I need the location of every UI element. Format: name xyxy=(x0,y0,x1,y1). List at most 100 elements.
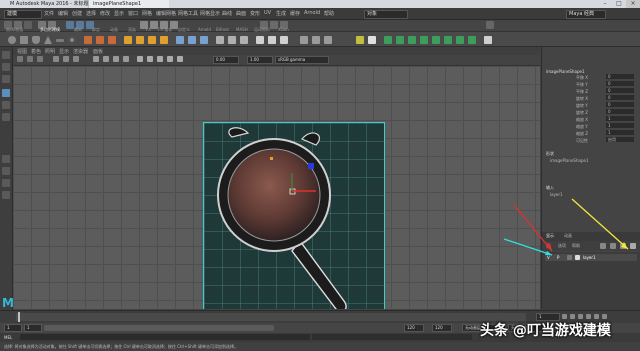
current-frame-marker[interactable] xyxy=(18,312,20,322)
menu-select[interactable]: 选择 xyxy=(86,10,96,17)
isolate-select-icon[interactable] xyxy=(167,56,173,62)
multi-cut-icon[interactable] xyxy=(176,36,184,44)
save-scene-icon[interactable] xyxy=(24,21,32,29)
play-back-icon[interactable] xyxy=(578,314,583,319)
attr-value[interactable]: 启用 xyxy=(606,137,634,142)
attr-value[interactable]: 0 xyxy=(606,109,634,114)
object-select[interactable]: 对象 xyxy=(364,10,408,19)
menu-mesh-display[interactable]: 网格显示 xyxy=(200,10,220,17)
smooth-shade-icon[interactable] xyxy=(103,56,109,62)
poly-cylinder-icon[interactable] xyxy=(32,36,40,44)
image-plane-icon[interactable] xyxy=(37,56,43,62)
wireframe-icon[interactable] xyxy=(93,56,99,62)
bookmark-icon[interactable] xyxy=(27,56,33,62)
separate-icon[interactable] xyxy=(96,36,104,44)
sign-in-icon[interactable] xyxy=(486,21,494,29)
shelf-green-icon-8[interactable] xyxy=(468,36,476,44)
planar-map-icon[interactable] xyxy=(312,36,320,44)
shelf-tab-animation[interactable]: 动画 xyxy=(110,27,118,33)
document-tab[interactable]: imagePlaneShape1 xyxy=(88,0,169,8)
step-forward-icon[interactable] xyxy=(594,314,599,319)
shelf-tab-mash[interactable]: MASH xyxy=(236,27,248,32)
combine-icon[interactable] xyxy=(84,36,92,44)
menu-edit[interactable]: 编辑 xyxy=(58,10,68,17)
mode-select[interactable]: 建模 xyxy=(4,10,42,19)
lights-icon[interactable] xyxy=(123,56,129,62)
menu-create[interactable]: 创建 xyxy=(72,10,82,17)
antialias-icon[interactable] xyxy=(157,56,163,62)
attr-value[interactable]: 1 xyxy=(606,116,634,121)
textured-icon[interactable] xyxy=(113,56,119,62)
edge-loop-icon[interactable] xyxy=(200,36,208,44)
workspace-select[interactable]: Maya 经典 xyxy=(566,10,606,19)
shelf-tab-sculpt[interactable]: 雕刻 xyxy=(74,27,82,33)
freeze-transform-icon[interactable] xyxy=(268,36,276,44)
camera-attributes-icon[interactable] xyxy=(17,56,23,62)
bevel-icon[interactable] xyxy=(148,36,156,44)
step-back-icon[interactable] xyxy=(570,314,575,319)
menu-display[interactable]: 显示 xyxy=(114,10,124,17)
bridge-icon[interactable] xyxy=(136,36,144,44)
shelf-green-icon-7[interactable] xyxy=(456,36,464,44)
shelf-green-icon-2[interactable] xyxy=(396,36,404,44)
close-button[interactable]: × xyxy=(626,0,640,8)
go-end-icon[interactable] xyxy=(602,314,607,319)
menu-mesh[interactable]: 网格 xyxy=(142,10,152,17)
range-end-field[interactable]: 120 xyxy=(404,324,424,332)
shelf-tab-bifrost[interactable]: Bifrost xyxy=(216,27,229,32)
attr-value[interactable]: 0 xyxy=(606,102,634,107)
lasso-tool-icon[interactable] xyxy=(2,63,10,71)
center-pivot-icon[interactable] xyxy=(256,36,264,44)
poly-sphere-icon[interactable] xyxy=(8,36,16,44)
menu-modify[interactable]: 修改 xyxy=(100,10,110,17)
film-gate-icon[interactable] xyxy=(63,56,69,62)
uv-editor-icon[interactable] xyxy=(300,36,308,44)
exposure-field[interactable]: 0.00 xyxy=(213,56,239,64)
shelf-green-icon-3[interactable] xyxy=(408,36,416,44)
menu-surfaces[interactable]: 曲面 xyxy=(236,10,246,17)
shelf-tab-fx[interactable]: FX xyxy=(146,27,151,32)
menu-deform[interactable]: 变形 xyxy=(250,10,260,17)
rotate-tool-icon[interactable] xyxy=(2,101,10,109)
select-tool-icon[interactable] xyxy=(2,51,10,59)
scale-tool-icon[interactable] xyxy=(2,113,10,121)
maximize-button[interactable]: □ xyxy=(612,0,626,8)
attr-value[interactable]: 1 xyxy=(606,130,634,135)
shelf-tab-rigging[interactable]: 绑定 xyxy=(92,27,100,33)
delete-history-icon[interactable] xyxy=(280,36,288,44)
grid-toggle-icon[interactable] xyxy=(53,56,59,62)
gamma-field[interactable]: 1.00 xyxy=(247,56,273,64)
poly-torus-icon[interactable] xyxy=(68,36,76,44)
attr-value[interactable]: 0 xyxy=(606,74,634,79)
end-frame-field[interactable]: 120 xyxy=(432,324,452,332)
time-slider-track[interactable] xyxy=(16,313,526,321)
snap-curve-icon[interactable] xyxy=(150,21,158,29)
shelf-white-icon[interactable] xyxy=(484,36,492,44)
menu-arnold[interactable]: Arnold xyxy=(304,10,320,16)
shelf-tab-curves[interactable]: 曲线/曲面 xyxy=(6,27,23,33)
extrude-icon[interactable] xyxy=(124,36,132,44)
attr-value[interactable]: 0 xyxy=(606,95,634,100)
soft-select-icon[interactable] xyxy=(356,36,364,44)
shelf-tab-rendering[interactable]: 渲染 xyxy=(128,27,136,33)
layout-side-icon[interactable] xyxy=(2,179,10,187)
resolution-gate-icon[interactable] xyxy=(73,56,79,62)
menu-edit-mesh[interactable]: 编辑网格 xyxy=(156,10,176,17)
viewport-menu-panels[interactable]: 面板 xyxy=(93,48,103,55)
shelf-tab-fx-cache[interactable]: FX 缓存 xyxy=(158,27,172,33)
layout-outliner-icon[interactable] xyxy=(2,191,10,199)
color-space-select[interactable]: sRGB gamma xyxy=(275,56,329,64)
paint-select-icon[interactable] xyxy=(2,75,10,83)
mirror-icon[interactable] xyxy=(216,36,224,44)
range-slider-bar[interactable] xyxy=(44,325,274,331)
range-start-field[interactable]: 1 xyxy=(24,324,42,332)
menu-curves[interactable]: 曲线 xyxy=(222,10,232,17)
viewport-menu-view[interactable]: 视图 xyxy=(17,48,27,55)
menu-uv[interactable]: UV xyxy=(264,10,271,16)
reduce-icon[interactable] xyxy=(240,36,248,44)
shelf-green-icon-4[interactable] xyxy=(420,36,428,44)
play-forward-icon[interactable] xyxy=(586,314,591,319)
image-plane[interactable] xyxy=(203,122,385,309)
shelf-green-icon-5[interactable] xyxy=(432,36,440,44)
attr-value[interactable]: 1 xyxy=(606,123,634,128)
